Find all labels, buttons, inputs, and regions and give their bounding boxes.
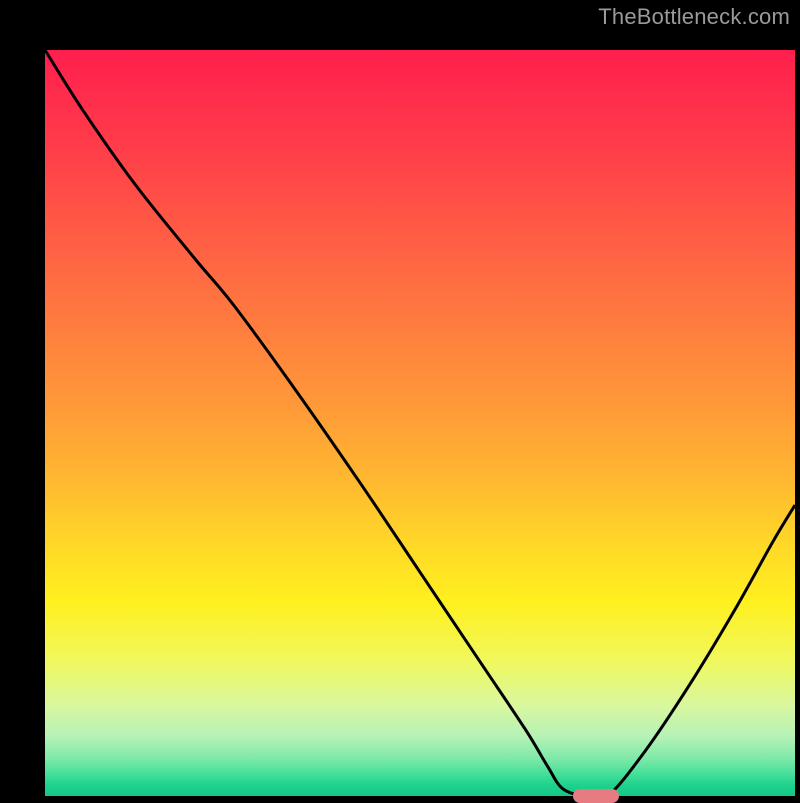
chart-plot-area	[45, 50, 795, 796]
watermark-label: TheBottleneck.com	[598, 4, 790, 30]
bottleneck-curve	[45, 50, 795, 796]
curve-path	[45, 50, 795, 800]
chart-frame	[20, 20, 780, 780]
optimal-marker	[573, 789, 619, 803]
